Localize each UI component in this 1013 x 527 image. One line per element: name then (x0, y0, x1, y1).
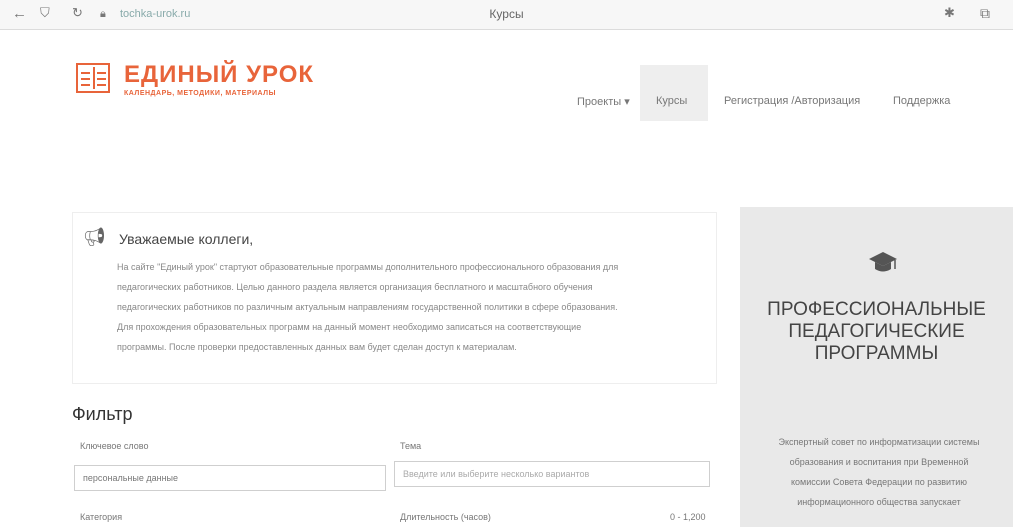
programs-text: Экспертный совет по информатизации систе… (778, 437, 980, 507)
menu-item-projects[interactable]: Проекты ▾ (577, 95, 630, 108)
menu-item-courses[interactable]: Курсы (656, 95, 687, 107)
menu-item-registration[interactable]: Регистрация /Авторизация (724, 95, 860, 107)
keyword-input[interactable]: персональные данные (74, 465, 386, 491)
notice-card: 📢︎ Уважаемые коллеги, На сайте "Единый у… (72, 212, 717, 384)
logo-subtitle: КАЛЕНДАРЬ, МЕТОДИКИ, МАТЕРИАЛЫ (124, 90, 276, 97)
page-title: Курсы (489, 7, 524, 21)
keyword-label: Ключевое слово (80, 441, 149, 451)
megaphone-icon: 📢︎ (83, 227, 106, 247)
duration-label: Длительность (часов) (400, 512, 491, 522)
duration-range-value: 0 - 1,200 (670, 512, 706, 522)
programs-title: ПРОФЕССИОНАЛЬНЫЕ ПЕДАГОГИЧЕСКИЕ ПРОГРАММ… (767, 299, 986, 364)
book-icon (76, 63, 110, 93)
filter-title: Фильтр (72, 404, 133, 424)
notice-text: На сайте "Единый урок" стартуют образова… (117, 262, 619, 352)
menu-item-support[interactable]: Поддержка (893, 95, 950, 107)
star-icon[interactable]: ✱ (944, 5, 955, 21)
menu-active-highlight (640, 65, 708, 121)
topic-label: Тема (400, 441, 422, 451)
programs-panel: ПРОФЕССИОНАЛЬНЫЕ ПЕДАГОГИЧЕСКИЕ ПРОГРАММ… (740, 207, 1013, 527)
logo-title: ЕДИНЫЙ УРОК (124, 61, 315, 88)
browser-toolbar: ← ⛉ ↻ 🔒︎ tochka-urok.ru Курсы ✱ ⧉ (0, 0, 1013, 30)
extensions-icon[interactable]: ⧉ (980, 5, 990, 22)
category-label: Категория (80, 512, 123, 522)
notice-heading: Уважаемые коллеги, (119, 231, 254, 247)
graduation-cap-icon (869, 252, 897, 272)
topic-select[interactable]: Введите или выберите несколько вариантов (394, 461, 710, 487)
